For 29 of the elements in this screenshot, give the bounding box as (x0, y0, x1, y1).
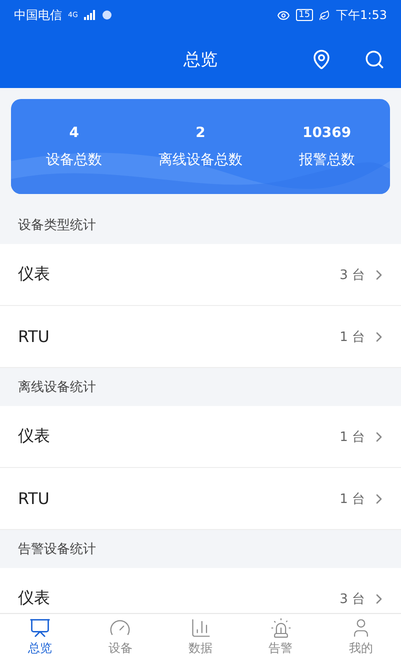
carrier-name: 中国电信 (14, 6, 62, 24)
stat-label: 报警总数 (298, 150, 355, 168)
section-title: 告警设备统计 (18, 541, 96, 558)
clock-time: 下午1:53 (336, 6, 387, 24)
stat-label: 离线设备总数 (158, 150, 242, 168)
stat-row[interactable]: 仪表 3 台 (0, 244, 401, 306)
stat-value: 4 (69, 124, 80, 140)
stat-value: 10369 (302, 124, 352, 140)
section-title: 离线设备统计 (18, 379, 96, 396)
eye-icon (276, 8, 290, 22)
stat-value: 2 (196, 124, 206, 140)
tab-bar-item[interactable]: 我的 (320, 614, 401, 660)
stat-row[interactable]: 仪表 1 台 (0, 406, 401, 468)
tab-bar-item[interactable]: 数据 (160, 614, 241, 660)
battery-level: 15 (296, 9, 314, 21)
signal-icon (84, 10, 96, 20)
stat-row[interactable]: 仪表 3 台 (0, 568, 401, 613)
tab-bar-item[interactable]: 总览 (0, 614, 80, 660)
search-icon (364, 48, 385, 70)
section-title: 设备类型统计 (18, 217, 96, 234)
stat-row[interactable]: RTU 1 台 (0, 306, 401, 368)
stat-label: 设备总数 (46, 150, 102, 168)
bar-chart-icon (190, 617, 212, 639)
page-title: 总览 (184, 48, 218, 70)
map-pin-icon (311, 48, 332, 70)
siren-icon (270, 617, 292, 639)
leaf-icon (319, 10, 330, 20)
stat-row[interactable]: RTU 1 台 (0, 468, 401, 530)
chart-board-icon (29, 617, 52, 639)
